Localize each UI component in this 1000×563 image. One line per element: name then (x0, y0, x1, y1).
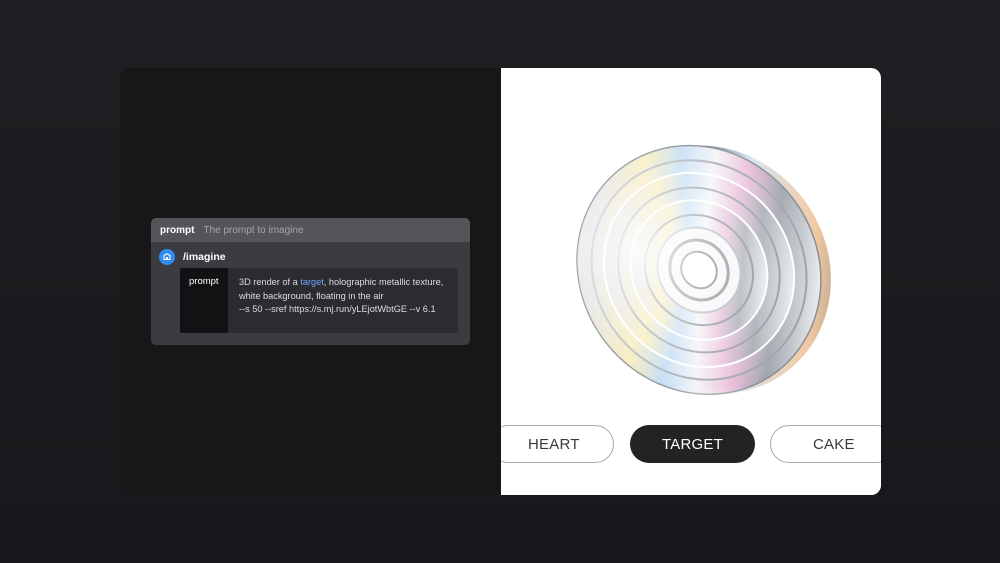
prompt-text[interactable]: 3D render of a target, holographic metal… (239, 276, 454, 317)
target-option-button[interactable]: TARGET (630, 425, 755, 463)
prompt-keyword: target (300, 277, 324, 287)
prompt-parameters: --s 50 --sref https://s.mj.run/yLEjotWbt… (239, 304, 436, 314)
bot-icon (159, 249, 175, 265)
heart-option-button[interactable]: HEART (501, 425, 614, 463)
option-hint-label: prompt (160, 224, 195, 236)
command-row[interactable]: /imagine (159, 249, 226, 265)
prompt-text-start: 3D render of a (239, 277, 301, 287)
result-pane: HEART TARGET CAKE (501, 68, 881, 495)
cake-option-button[interactable]: CAKE (770, 425, 881, 463)
holographic-target-render (576, 144, 831, 396)
showcase-card: prompt The prompt to imagine /imagine pr… (120, 68, 881, 495)
command-panel: prompt The prompt to imagine /imagine pr… (151, 218, 470, 345)
option-hint-bar: prompt The prompt to imagine (151, 218, 470, 242)
option-hint-description: The prompt to imagine (203, 224, 304, 236)
prompt-option-label: prompt (180, 268, 228, 333)
prompt-option-field[interactable]: prompt 3D render of a target, holographi… (180, 268, 458, 333)
prompt-pane: prompt The prompt to imagine /imagine pr… (120, 68, 501, 495)
command-name: /imagine (183, 251, 226, 263)
